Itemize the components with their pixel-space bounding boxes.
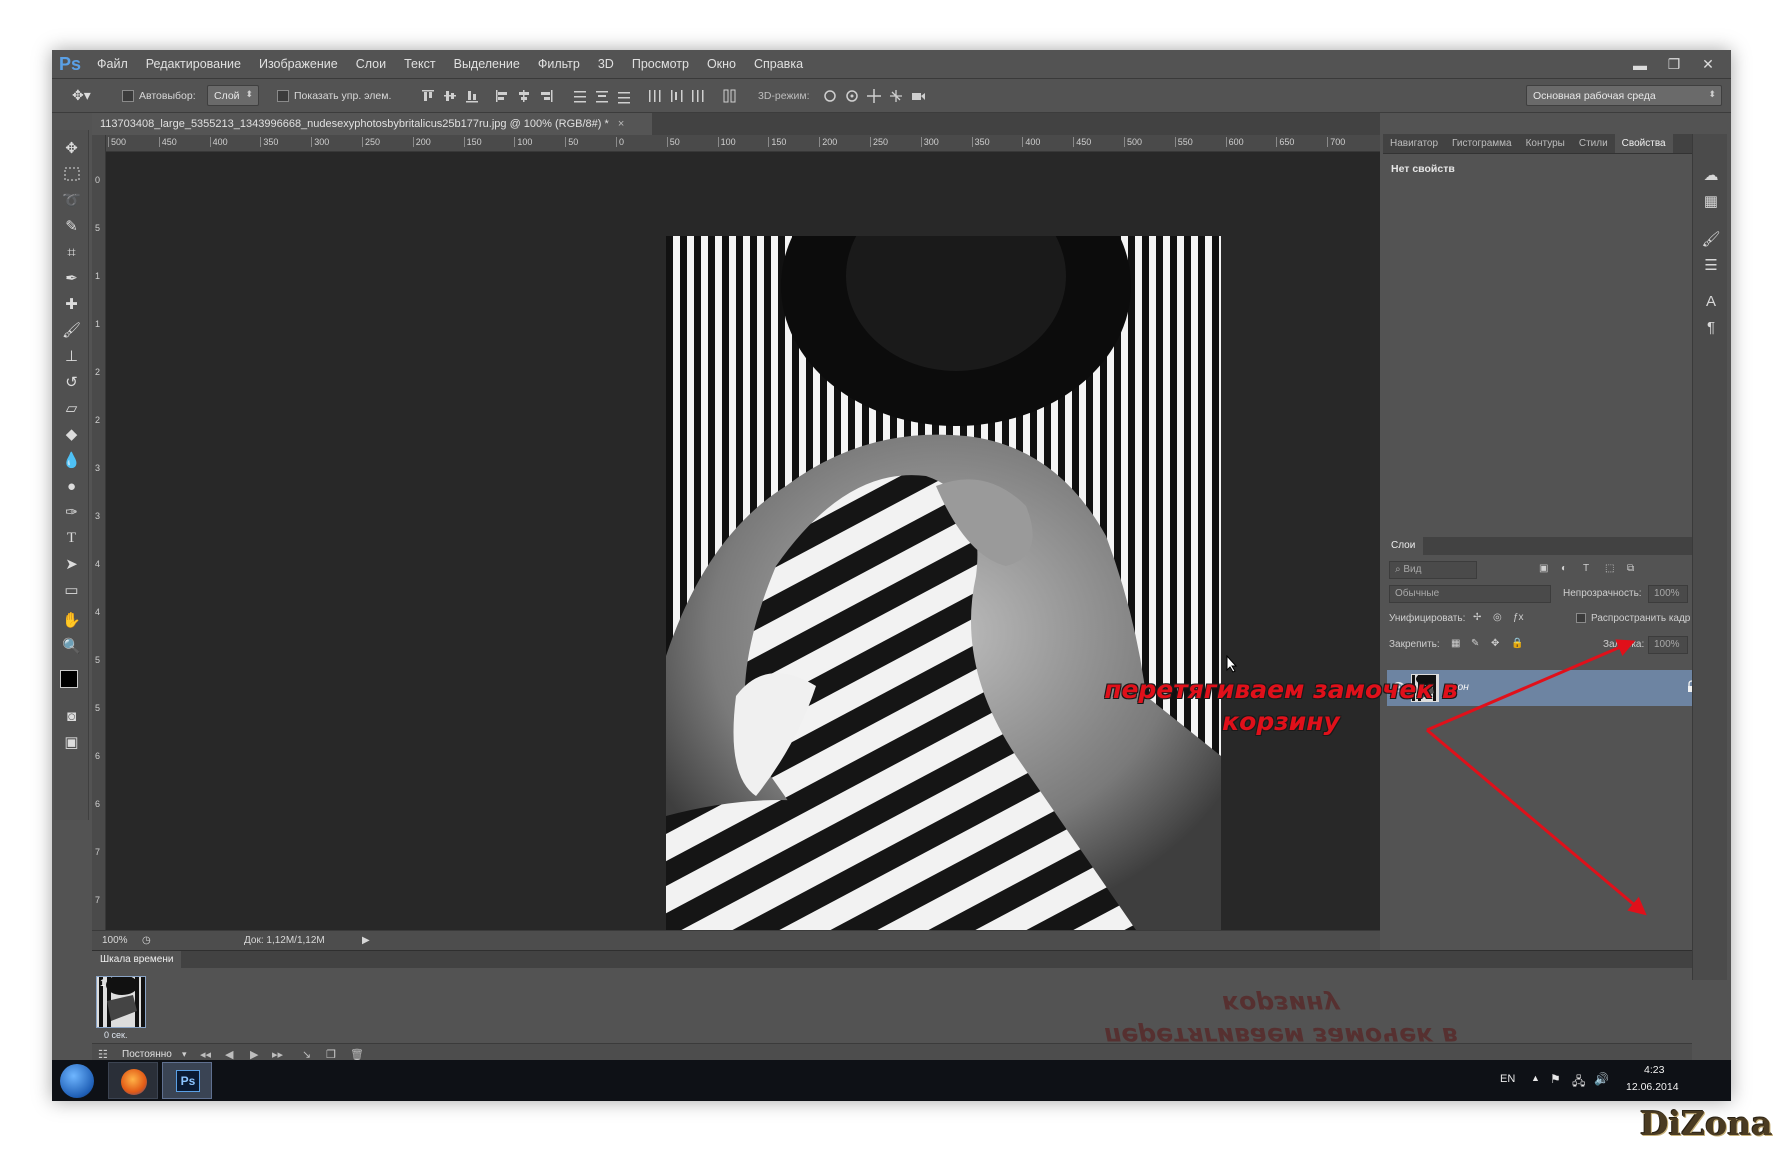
action-center-flag-icon[interactable]: ⚑ [1550,1072,1561,1086]
clock-time[interactable]: 4:23 [1644,1064,1664,1076]
arrow-to-lock [1426,639,1636,732]
photoshop-taskbar-button[interactable]: Ps [162,1062,212,1099]
network-icon[interactable]: 🖧 [1572,1072,1585,1093]
volume-icon[interactable]: 🔊 [1594,1072,1609,1086]
windows-taskbar: Ps EN ▲ ⚑ 🖧 🔊 4:23 12.06.2014 [52,1060,1731,1101]
tray-expand-icon[interactable]: ▲ [1531,1073,1540,1083]
annotation-arrows [1426,639,1647,916]
photoshop-icon: Ps [176,1070,200,1092]
clock-date[interactable]: 12.06.2014 [1626,1081,1679,1093]
arrow-to-trash [1426,728,1647,916]
dizona-watermark-logo: DiZona [1640,1104,1773,1143]
photoshop-window: Ps Файл Редактирование Изображение Слои … [52,50,1731,1101]
frame-number: 1 [100,978,106,988]
firefox-icon [121,1069,147,1095]
language-indicator[interactable]: EN [1500,1073,1515,1085]
firefox-taskbar-button[interactable] [108,1062,158,1099]
start-button[interactable] [60,1064,94,1098]
